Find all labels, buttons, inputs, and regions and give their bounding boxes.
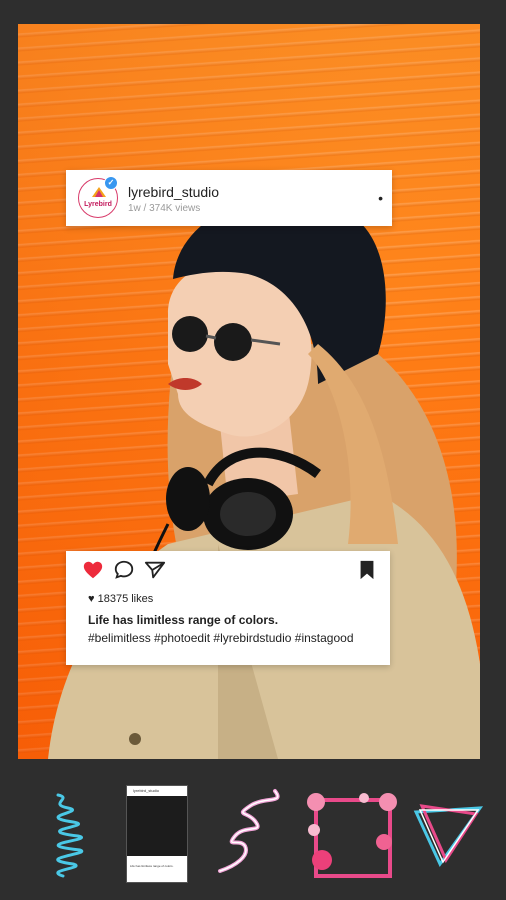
post-meta: 1w / 374K views	[128, 203, 201, 214]
post-username[interactable]: lyrebird_studio	[128, 184, 219, 200]
verified-badge-icon: ✓	[104, 176, 118, 190]
mini-post-header: lyrebird_studio	[127, 786, 187, 796]
post-caption: Life has limitless range of colors.	[88, 613, 279, 627]
pink-hearts-frame-sticker[interactable]	[304, 790, 400, 882]
post-footer[interactable]: ♥ 18375 likes Life has limitless range o…	[66, 551, 390, 665]
logo-text: Lyrebird	[84, 201, 112, 208]
heart-icon[interactable]	[82, 559, 104, 581]
comment-icon[interactable]	[113, 559, 135, 581]
more-dots-icon[interactable]: •	[378, 190, 384, 206]
instagram-frame-sticker[interactable]: lyrebird_studio Life has limitless range…	[126, 785, 188, 883]
likes-count: ♥ 18375 likes	[88, 593, 153, 605]
mini-post-caption: Life has limitless range of colors.	[130, 864, 174, 868]
pink-neon-swirl-sticker[interactable]	[215, 786, 295, 878]
mini-post-username: lyrebird_studio	[133, 788, 160, 793]
likes-text: 18375 likes	[97, 593, 154, 605]
post-hashtags: #belimitless #photoedit #lyrebirdstudio …	[88, 631, 354, 645]
cyan-scribble-sticker[interactable]	[18, 790, 98, 880]
post-header[interactable]: Lyrebird ✓ lyrebird_studio 1w / 374K vie…	[66, 170, 392, 226]
neon-triangle-sticker[interactable]	[410, 800, 486, 870]
bookmark-icon[interactable]	[356, 559, 378, 581]
send-icon[interactable]	[144, 559, 166, 581]
small-heart-icon: ♥	[88, 593, 95, 605]
mini-post-footer: Life has limitless range of colors.	[127, 856, 187, 882]
